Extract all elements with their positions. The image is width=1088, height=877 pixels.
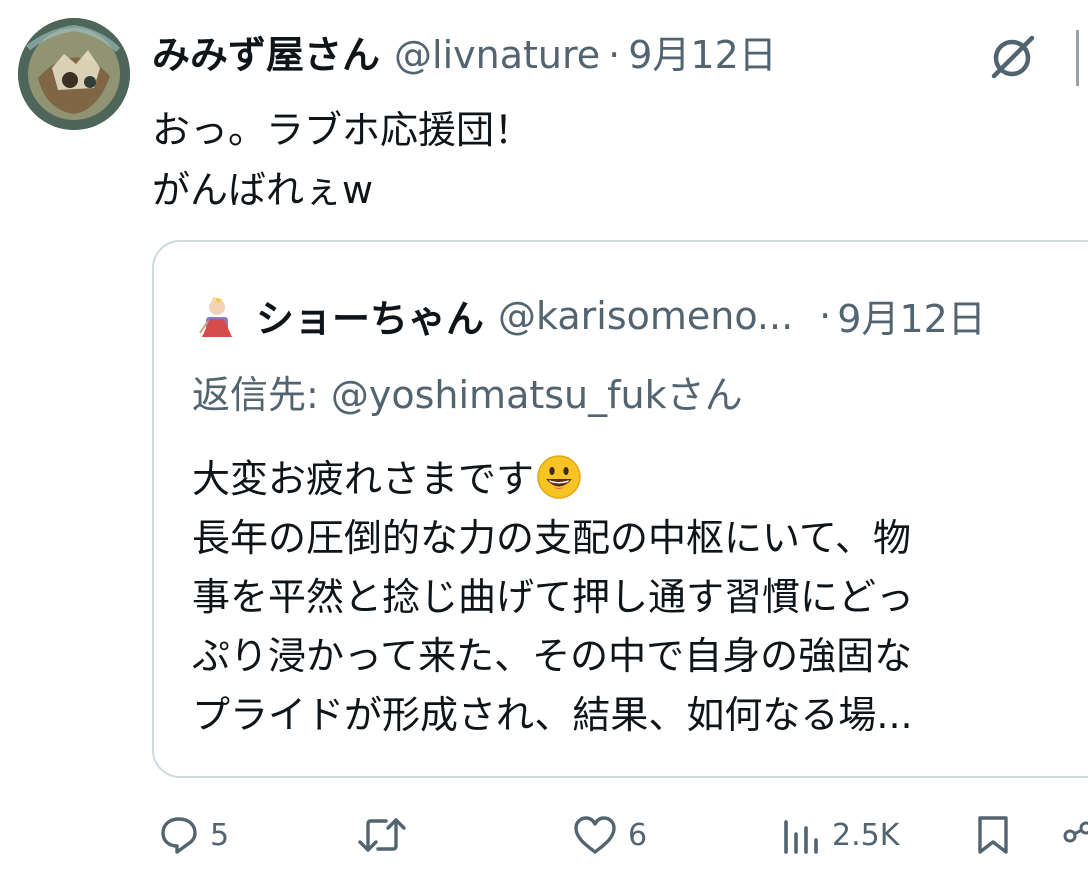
reply-button[interactable]: 5 <box>158 810 229 860</box>
quoted-post-date[interactable]: 9月12日 <box>837 288 986 343</box>
post[interactable]: みみず屋さん @livnature · 9月12日 おっ。ラブホ応援団！ がんば… <box>0 0 1088 877</box>
quoted-text-line-first: 大変お疲れさまです <box>192 450 1072 509</box>
views-button[interactable]: 2.5K <box>780 810 899 860</box>
quoted-text-line: ぷり浸かって来た、その中で自身の強固な <box>192 634 913 678</box>
views-count: 2.5K <box>832 817 900 853</box>
post-text-line: おっ。ラブホ応援団！ <box>152 108 533 152</box>
reply-to-label: 返信先: @yoshimatsu_fukさん <box>192 373 743 417</box>
reply-count: 5 <box>210 817 230 853</box>
bookmark-button[interactable] <box>974 810 1012 860</box>
quoted-post-card[interactable]: ショーちゃん @karisomeno... · 9月12日 返信先: @yosh… <box>152 240 1088 778</box>
post-text-line: がんばれぇw <box>152 168 374 212</box>
share-button[interactable] <box>1062 810 1088 860</box>
heart-icon <box>574 816 616 854</box>
quoted-author-name[interactable]: ショーちゃん <box>256 288 484 343</box>
quoted-post-text: 大変お疲れさまです 長年の圧倒的な力の支配の中枢にいて、物 事を平然と捻じ曲げて… <box>192 450 1072 745</box>
more-menu-edge[interactable] <box>1076 30 1088 86</box>
bookmark-icon <box>978 816 1008 854</box>
quoted-author-handle[interactable]: @karisomeno... <box>498 294 793 338</box>
separator-dot: · <box>608 33 621 77</box>
like-button[interactable]: 6 <box>572 810 647 860</box>
quoted-text-line: 長年の圧倒的な力の支配の中枢にいて、物 <box>192 516 911 560</box>
share-icon <box>1063 821 1088 843</box>
quoted-avatar <box>192 291 242 341</box>
avatar[interactable] <box>18 18 130 130</box>
post-date[interactable]: 9月12日 <box>628 24 777 79</box>
quoted-text-line: プライドが形成され、結果、如何なる場... <box>192 693 913 737</box>
author-name[interactable]: みみず屋さん <box>152 24 380 79</box>
author-handle[interactable]: @livnature <box>394 33 600 77</box>
avatar-image <box>18 18 130 130</box>
quoted-text-line: 事を平然と捻じ曲げて押し通す習慣にどっ <box>192 575 915 619</box>
grinning-face-icon <box>536 454 582 500</box>
action-bar: 5 6 2.5K <box>0 800 1088 870</box>
quoted-text-line: 大変お疲れさまです <box>192 457 535 501</box>
repost-icon <box>358 818 406 852</box>
quoted-post-header: ショーちゃん @karisomeno... · 9月12日 <box>192 288 986 343</box>
grok-icon[interactable] <box>982 28 1042 88</box>
post-text: おっ。ラブホ応援団！ がんばれぇw <box>152 100 532 220</box>
repost-button[interactable] <box>356 810 408 860</box>
like-count: 6 <box>628 817 648 853</box>
separator-dot: · <box>819 293 832 338</box>
views-icon <box>784 820 818 854</box>
reply-icon <box>161 817 197 854</box>
post-header: みみず屋さん @livnature · 9月12日 <box>152 24 777 90</box>
